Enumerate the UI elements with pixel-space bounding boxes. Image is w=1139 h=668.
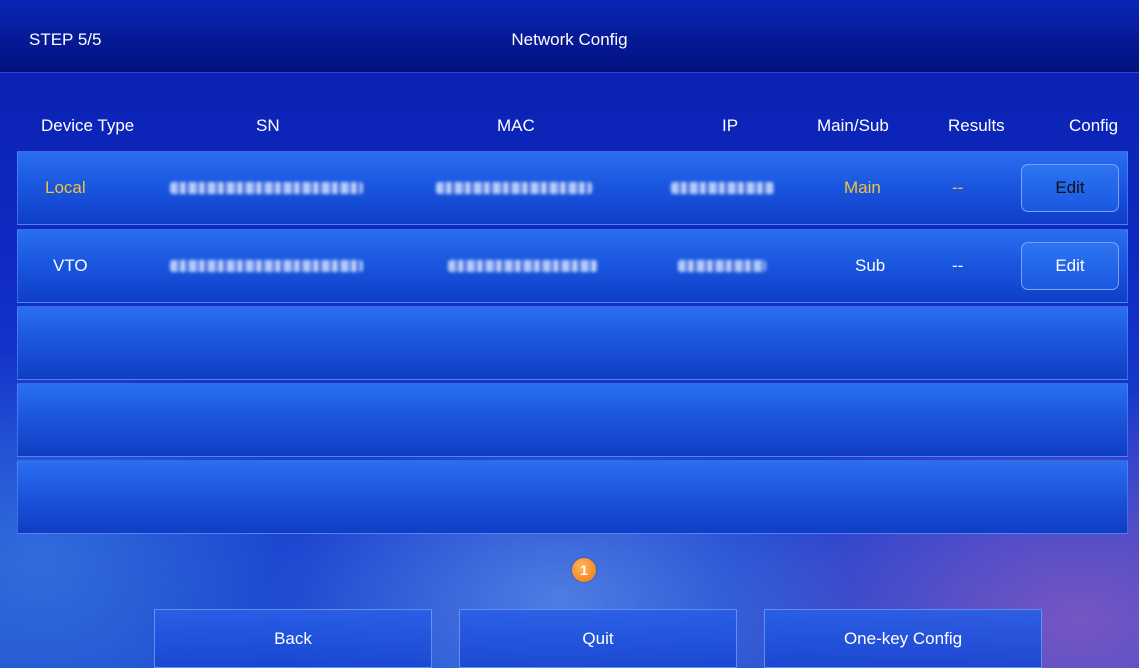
page-title: Network Config bbox=[511, 30, 628, 49]
one-key-config-button[interactable]: One-key Config bbox=[764, 609, 1042, 668]
column-device-type: Device Type bbox=[41, 116, 135, 135]
mac-redacted bbox=[436, 182, 592, 194]
edit-button[interactable]: Edit bbox=[1021, 242, 1119, 290]
result-cell: -- bbox=[952, 256, 964, 275]
back-button[interactable]: Back bbox=[154, 609, 432, 668]
table-row-empty bbox=[17, 383, 1128, 457]
main-sub-cell: Sub bbox=[855, 256, 886, 275]
column-ip: IP bbox=[722, 116, 739, 135]
quit-button[interactable]: Quit bbox=[459, 609, 737, 668]
table-row-empty bbox=[17, 460, 1128, 534]
column-mac: MAC bbox=[497, 116, 535, 135]
sn-redacted bbox=[170, 260, 363, 272]
table-row-empty bbox=[17, 306, 1128, 380]
sn-redacted bbox=[170, 182, 363, 194]
main-sub-cell: Main bbox=[844, 178, 881, 197]
edit-button[interactable]: Edit bbox=[1021, 164, 1119, 212]
column-main-sub: Main/Sub bbox=[817, 116, 889, 135]
page-indicator: 1 bbox=[572, 558, 596, 582]
mac-redacted bbox=[448, 260, 598, 272]
column-sn: SN bbox=[256, 116, 280, 135]
device-type-cell: VTO bbox=[53, 256, 88, 275]
ip-redacted bbox=[678, 260, 766, 272]
table-row[interactable]: VTO Sub -- Edit bbox=[17, 229, 1128, 303]
column-config: Config bbox=[1069, 116, 1119, 135]
column-results: Results bbox=[948, 116, 1005, 135]
ip-redacted bbox=[671, 182, 774, 194]
table-row[interactable]: Local Main -- Edit bbox=[17, 151, 1128, 225]
result-cell: -- bbox=[952, 178, 964, 197]
title-bar: STEP 5/5 Network Config bbox=[0, 0, 1139, 73]
device-type-cell: Local bbox=[45, 178, 86, 197]
